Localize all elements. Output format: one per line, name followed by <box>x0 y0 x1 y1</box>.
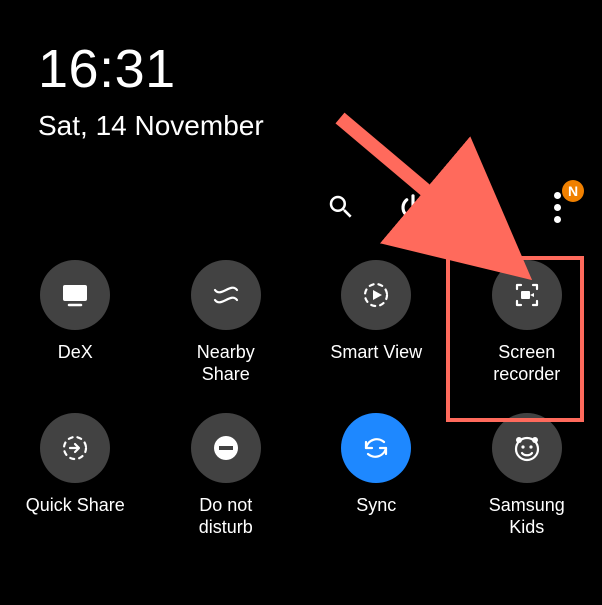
svg-text:DeX: DeX <box>66 289 84 299</box>
clock-time: 16:31 <box>38 38 264 100</box>
do-not-disturb-icon <box>191 413 261 483</box>
screen-recorder-icon <box>492 260 562 330</box>
tile-quick-share[interactable]: Quick Share <box>0 413 151 538</box>
search-icon[interactable] <box>324 190 358 224</box>
quick-settings-grid: DeX DeX Nearby Share Smart View Screen r… <box>0 260 602 538</box>
tile-dex[interactable]: DeX DeX <box>0 260 151 385</box>
power-icon[interactable] <box>396 190 430 224</box>
tile-screen-recorder[interactable]: Screen recorder <box>452 260 602 385</box>
kebab-icon <box>554 192 561 223</box>
status-area: 16:31 Sat, 14 November <box>38 38 264 142</box>
tile-nearby-share[interactable]: Nearby Share <box>151 260 302 385</box>
tile-label: DeX <box>58 342 93 364</box>
quick-share-icon <box>40 413 110 483</box>
tile-label: Nearby Share <box>197 342 255 385</box>
notification-badge: N <box>562 180 584 202</box>
tile-label: Do not disturb <box>199 495 253 538</box>
more-icon[interactable]: N <box>540 190 574 224</box>
tile-sync[interactable]: Sync <box>301 413 452 538</box>
tile-label: Smart View <box>330 342 422 364</box>
smart-view-icon <box>341 260 411 330</box>
tile-samsung-kids[interactable]: Samsung Kids <box>452 413 602 538</box>
tile-smart-view[interactable]: Smart View <box>301 260 452 385</box>
tile-label: Samsung Kids <box>489 495 565 538</box>
tile-label: Screen recorder <box>493 342 560 385</box>
nearby-share-icon <box>191 260 261 330</box>
dex-icon: DeX <box>40 260 110 330</box>
tile-do-not-disturb[interactable]: Do not disturb <box>151 413 302 538</box>
clock-date: Sat, 14 November <box>38 110 264 142</box>
tile-label: Sync <box>356 495 396 517</box>
panel-actions: N <box>324 190 574 224</box>
settings-icon[interactable] <box>468 190 502 224</box>
sync-icon <box>341 413 411 483</box>
samsung-kids-icon <box>492 413 562 483</box>
tile-label: Quick Share <box>26 495 125 517</box>
